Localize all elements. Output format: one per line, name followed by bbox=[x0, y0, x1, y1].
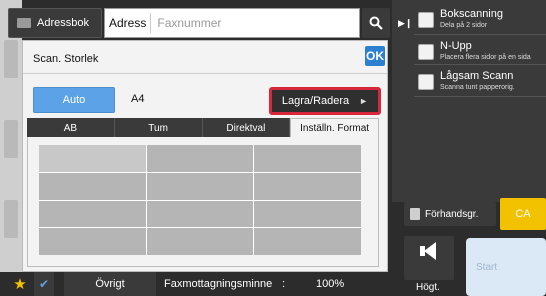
edge-tab[interactable] bbox=[4, 40, 18, 78]
other-functions-list: Bokscanning Dela på 2 sidor N-Upp Placer… bbox=[414, 0, 546, 202]
search-icon bbox=[369, 16, 383, 30]
preview-icon bbox=[410, 208, 420, 220]
favorite-star-icon[interactable]: ★ bbox=[10, 272, 30, 296]
book-scan-checkbox[interactable] bbox=[418, 12, 434, 28]
format-slot[interactable] bbox=[39, 145, 146, 172]
expand-panel-icon[interactable]: ▶❙ bbox=[398, 18, 412, 29]
fax-number-placeholder: Faxnummer bbox=[150, 13, 221, 33]
preview-label: Förhandsgr. bbox=[425, 208, 479, 220]
tab-ab[interactable]: AB bbox=[27, 118, 115, 138]
slow-scan-checkbox[interactable] bbox=[418, 74, 434, 90]
preview-button[interactable]: Förhandsgr. bbox=[404, 202, 496, 226]
fax-memory-separator: : bbox=[282, 278, 286, 290]
address-label: Adress bbox=[109, 16, 147, 30]
format-slot[interactable] bbox=[39, 200, 146, 228]
edge-tab[interactable] bbox=[4, 120, 18, 158]
scan-size-dialog: Scan. Storlek OK Auto A4 Lagra/Radera ► … bbox=[22, 40, 388, 272]
list-divider bbox=[414, 96, 546, 97]
format-slot[interactable] bbox=[254, 228, 361, 255]
tab-direct-entry[interactable]: Direktval bbox=[202, 118, 291, 138]
clear-all-button[interactable]: CA bbox=[500, 198, 546, 230]
fax-memory-value: 100% bbox=[316, 278, 345, 290]
edge-tab[interactable] bbox=[4, 200, 18, 238]
format-slot[interactable] bbox=[254, 145, 361, 172]
n-up-checkbox[interactable] bbox=[418, 44, 434, 60]
function-item-title: Lågsam Scann bbox=[440, 70, 514, 82]
checkmark-icon[interactable]: ✔ bbox=[34, 272, 54, 296]
addressbook-label: Adressbok bbox=[37, 17, 89, 29]
fax-memory-label: Faxmottagningsminne bbox=[164, 278, 273, 290]
dialog-title: Scan. Storlek bbox=[33, 53, 99, 65]
volume-label: Högt. bbox=[416, 282, 440, 293]
list-divider bbox=[414, 64, 546, 65]
speaker-icon-cone bbox=[424, 242, 436, 260]
ok-button[interactable]: OK bbox=[365, 46, 385, 66]
arrow-right-icon: ► bbox=[359, 96, 369, 106]
addressbook-icon bbox=[17, 18, 31, 28]
other-button[interactable]: Övrigt bbox=[64, 272, 156, 296]
start-label: Start bbox=[476, 262, 498, 273]
format-slot[interactable] bbox=[146, 200, 254, 228]
custom-format-slots bbox=[39, 145, 361, 255]
save-delete-button[interactable]: Lagra/Radera ► bbox=[269, 87, 381, 115]
list-divider bbox=[414, 34, 546, 35]
format-slot[interactable] bbox=[39, 228, 146, 255]
function-item-subtitle: Placera flera sidor på en sida bbox=[440, 54, 531, 61]
tab-custom-format[interactable]: Inställn. Format bbox=[290, 118, 379, 138]
left-edge-tabs bbox=[0, 0, 22, 296]
format-slot[interactable] bbox=[146, 172, 254, 200]
function-item-subtitle: Scanna tunt papperorig. bbox=[440, 84, 515, 91]
function-item-n-up[interactable]: N-Upp Placera flera sidor på en sida bbox=[414, 36, 546, 66]
function-item-subtitle: Dela på 2 sidor bbox=[440, 22, 488, 29]
format-slot[interactable] bbox=[146, 145, 254, 172]
search-button[interactable] bbox=[362, 8, 390, 38]
function-item-slow-scan[interactable]: Lågsam Scann Scanna tunt papperorig. bbox=[414, 66, 546, 98]
save-delete-label: Lagra/Radera bbox=[281, 95, 350, 107]
selected-size-value: A4 bbox=[131, 93, 145, 105]
format-slot[interactable] bbox=[254, 172, 361, 200]
auto-size-button[interactable]: Auto bbox=[33, 87, 115, 113]
divider bbox=[23, 73, 387, 74]
panel-toggle-strip[interactable] bbox=[392, 0, 414, 202]
addressbook-button[interactable]: Adressbok bbox=[8, 8, 102, 38]
format-slot[interactable] bbox=[146, 228, 254, 255]
size-tabs: AB Tum Direktval Inställn. Format bbox=[27, 118, 379, 138]
address-input[interactable]: Adress Faxnummer bbox=[104, 8, 360, 38]
format-slot[interactable] bbox=[254, 200, 361, 228]
function-item-title: N-Upp bbox=[440, 40, 472, 52]
function-item-title: Bokscanning bbox=[440, 8, 503, 20]
function-item-book-scan[interactable]: Bokscanning Dela på 2 sidor bbox=[414, 4, 546, 36]
tab-inch[interactable]: Tum bbox=[114, 118, 203, 138]
format-slot[interactable] bbox=[39, 172, 146, 200]
